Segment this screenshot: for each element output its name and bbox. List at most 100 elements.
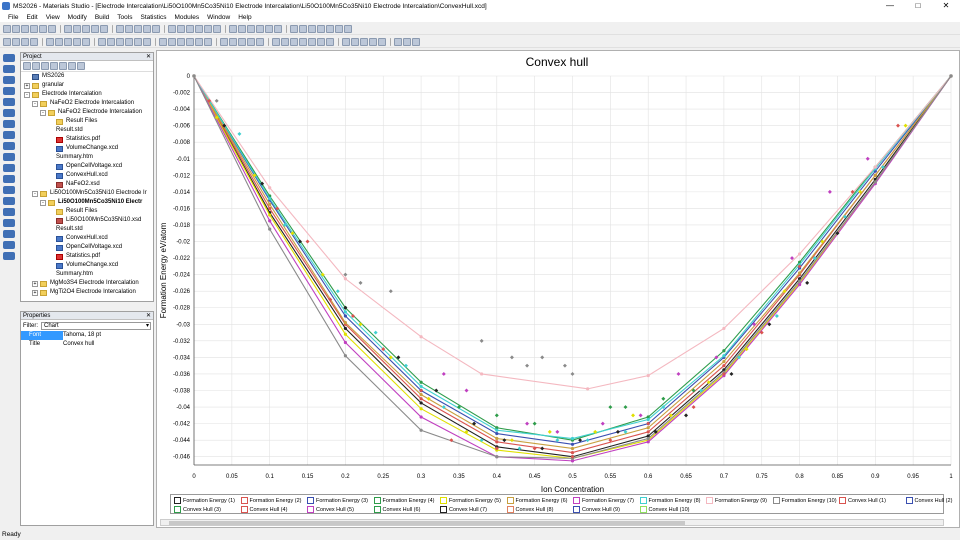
toolbar-button[interactable]	[21, 25, 29, 33]
legend-entry[interactable]: Convex Hull (2)	[905, 497, 952, 504]
menu-window[interactable]: Window	[203, 14, 234, 21]
scroll-thumb[interactable]	[169, 521, 685, 525]
project-tool-button[interactable]	[41, 62, 49, 70]
module-tool-button[interactable]	[3, 197, 15, 205]
toolbar-button[interactable]	[177, 25, 185, 33]
toolbar-button[interactable]	[351, 38, 359, 46]
tree-item[interactable]: VolumeChange.xcd	[21, 144, 153, 153]
collapse-icon[interactable]: -	[40, 199, 46, 206]
tree-item[interactable]: Summary.htm	[21, 122, 184, 162]
tree-item[interactable]: + granular	[21, 81, 153, 90]
toolbar-button[interactable]	[125, 25, 133, 33]
toolbar-button[interactable]	[272, 38, 280, 46]
menu-statistics[interactable]: Statistics	[136, 14, 170, 21]
legend-entry[interactable]: Formation Energy (10)	[772, 497, 837, 504]
tree-item[interactable]: - NaFeO2 Electrode Intercalation	[21, 99, 153, 108]
maximize-button[interactable]: □	[904, 0, 932, 12]
tree-item[interactable]: Result.std	[21, 122, 184, 234]
expand-icon[interactable]: +	[32, 280, 38, 287]
property-row-title[interactable]: Title Convex hull	[21, 340, 153, 349]
collapse-icon[interactable]: -	[24, 91, 30, 98]
property-row-font[interactable]: Font Tahoma, 18 pt	[21, 331, 153, 340]
toolbar-button[interactable]	[3, 25, 11, 33]
toolbar-button[interactable]	[46, 38, 54, 46]
tree-item[interactable]: + MgMo3S4 Electrode Intercalation	[21, 279, 153, 288]
toolbar-button[interactable]	[403, 38, 411, 46]
toolbar-button[interactable]	[64, 38, 72, 46]
module-tool-button[interactable]	[3, 153, 15, 161]
legend-entry[interactable]: Formation Energy (6)	[506, 497, 567, 504]
toolbar-button[interactable]	[265, 25, 273, 33]
minimize-button[interactable]: —	[876, 0, 904, 12]
toolbar-button[interactable]	[229, 38, 237, 46]
tree-item[interactable]: Statistics.pdf	[21, 252, 153, 261]
tree-item[interactable]: Statistics.pdf	[21, 135, 153, 144]
close-button[interactable]: ✕	[932, 0, 960, 12]
tree-item[interactable]: Result.std	[21, 122, 184, 135]
project-tool-button[interactable]	[77, 62, 85, 70]
legend-entry[interactable]: Formation Energy (3)	[307, 497, 368, 504]
module-tool-button[interactable]	[3, 120, 15, 128]
toolbar-button[interactable]	[143, 25, 151, 33]
tree-item[interactable]: OpenCellVoltage.xcd	[21, 243, 153, 252]
tree-item[interactable]: Result Files	[21, 117, 153, 126]
project-tool-button[interactable]	[59, 62, 67, 70]
module-tool-button[interactable]	[3, 54, 15, 62]
module-tool-button[interactable]	[3, 186, 15, 194]
tree-item[interactable]: - NaFeO2 Electrode Intercalation	[21, 108, 153, 117]
toolbar-button[interactable]	[91, 25, 99, 33]
toolbar-button[interactable]	[299, 38, 307, 46]
legend-entry[interactable]: Formation Energy (9)	[706, 497, 767, 504]
toolbar-button[interactable]	[256, 25, 264, 33]
toolbar-button[interactable]	[204, 25, 212, 33]
toolbar-button[interactable]	[21, 38, 29, 46]
toolbar-button[interactable]	[238, 25, 246, 33]
toolbar-button[interactable]	[238, 38, 246, 46]
legend-entry[interactable]: Convex Hull (8)	[506, 506, 553, 513]
toolbar-button[interactable]	[116, 25, 124, 33]
toolbar-button[interactable]	[48, 25, 56, 33]
toolbar-button[interactable]	[290, 25, 298, 33]
toolbar-button[interactable]	[152, 25, 160, 33]
toolbar-button[interactable]	[326, 25, 334, 33]
toolbar-button[interactable]	[73, 25, 81, 33]
toolbar-button[interactable]	[98, 38, 106, 46]
toolbar-button[interactable]	[134, 38, 142, 46]
legend-entry[interactable]: Convex Hull (7)	[440, 506, 487, 513]
toolbar-button[interactable]	[116, 38, 124, 46]
legend-entry[interactable]: Convex Hull (3)	[174, 506, 221, 513]
tree-item[interactable]: + MgTi2O4 Electrode Intercalation	[21, 288, 153, 297]
menu-tools[interactable]: Tools	[113, 14, 136, 21]
tree-item[interactable]: VolumeChange.xcd	[21, 261, 153, 270]
legend-entry[interactable]: Convex Hull (4)	[240, 506, 287, 513]
toolbar-button[interactable]	[125, 38, 133, 46]
tree-item[interactable]: - Li50O100Mn5Co35Ni10 Electr	[21, 198, 153, 207]
toolbar-button[interactable]	[73, 38, 81, 46]
project-tool-button[interactable]	[50, 62, 58, 70]
collapse-icon[interactable]: -	[40, 109, 46, 116]
project-tool-button[interactable]	[32, 62, 40, 70]
toolbar-button[interactable]	[394, 38, 402, 46]
module-tool-button[interactable]	[3, 109, 15, 117]
toolbar-button[interactable]	[107, 38, 115, 46]
toolbar-button[interactable]	[247, 25, 255, 33]
legend-entry[interactable]: Formation Energy (2)	[240, 497, 301, 504]
toolbar-button[interactable]	[168, 38, 176, 46]
legend-entry[interactable]: Convex Hull (5)	[307, 506, 354, 513]
toolbar-button[interactable]	[143, 38, 151, 46]
toolbar-button[interactable]	[3, 38, 11, 46]
chart-document[interactable]: Convex hull 0 0.05 0.1 0.15 0.2 0.25 0.3 0.35 0.4…	[156, 50, 960, 528]
menu-build[interactable]: Build	[91, 14, 113, 21]
toolbar-button[interactable]	[317, 38, 325, 46]
toolbar-button[interactable]	[317, 25, 325, 33]
toolbar-button[interactable]	[82, 38, 90, 46]
filter-select[interactable]: Chart ▾	[41, 321, 151, 330]
legend-entry[interactable]: Formation Energy (5)	[440, 497, 501, 504]
menu-view[interactable]: View	[42, 14, 64, 21]
toolbar-button[interactable]	[274, 25, 282, 33]
chart-canvas[interactable]: Convex hull 0 0.05 0.1 0.15 0.2 0.25 0.3 0.35 0.4…	[157, 51, 960, 529]
legend-entry[interactable]: Convex Hull (9)	[573, 506, 620, 513]
tree-item[interactable]: Result Files	[21, 207, 153, 216]
close-icon[interactable]: ✕	[146, 312, 151, 320]
module-tool-button[interactable]	[3, 87, 15, 95]
